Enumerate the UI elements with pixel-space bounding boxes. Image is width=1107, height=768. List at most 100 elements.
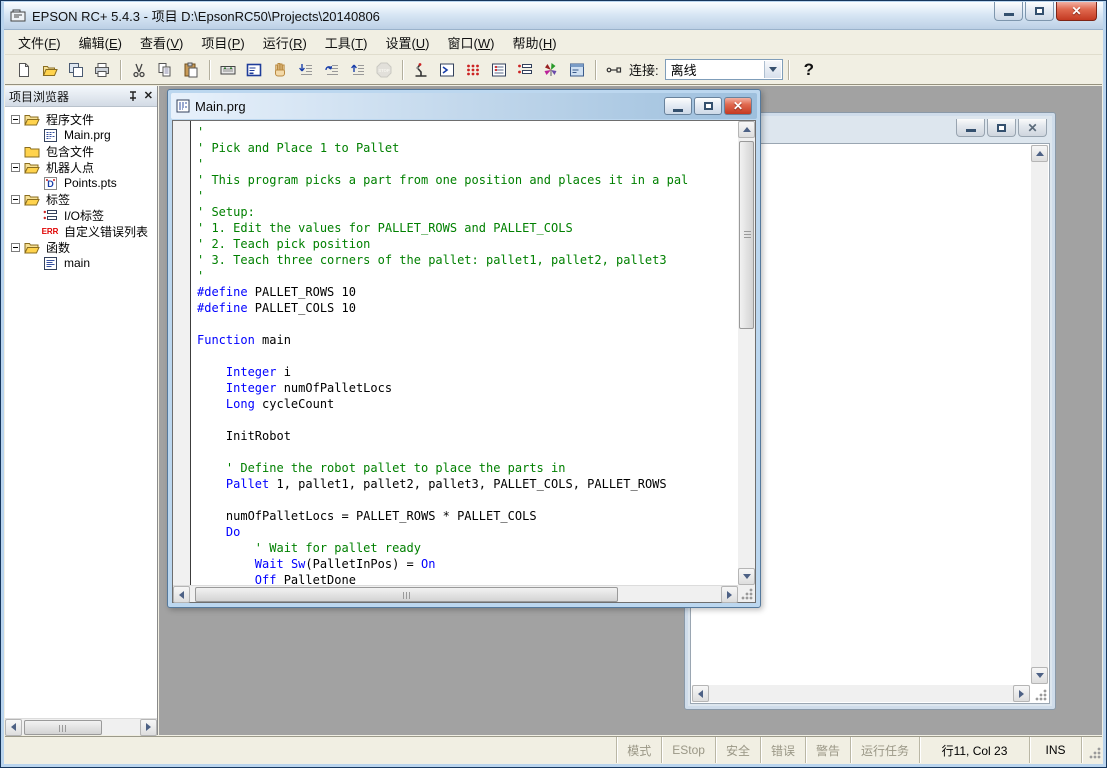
tree-node-label[interactable]: 包含文件	[44, 143, 96, 160]
chevron-down-icon[interactable]	[764, 61, 781, 78]
explorer-hscrollbar[interactable]	[5, 718, 157, 735]
scroll-right-icon[interactable]	[140, 719, 157, 736]
code-line[interactable]: ' Define the robot pallet to place the p…	[197, 460, 738, 476]
help-button[interactable]: ?	[794, 60, 824, 80]
maximize-button[interactable]	[1025, 2, 1054, 21]
tree-node-label[interactable]: main	[62, 256, 92, 270]
tree-node-label[interactable]: 程序文件	[44, 111, 96, 128]
bg-vscrollbar[interactable]	[1031, 145, 1048, 684]
resize-grip[interactable]	[1034, 688, 1047, 701]
collapse-icon[interactable]	[11, 195, 20, 204]
tree-node-user-errors[interactable]: ERR自定义错误列表	[7, 223, 157, 239]
editor-vscrollbar[interactable]	[738, 121, 755, 585]
code-line[interactable]: #define PALLET_COLS 10	[197, 300, 738, 316]
menu-tools[interactable]: 工具(T)	[316, 30, 377, 55]
open-project-icon[interactable]	[64, 58, 88, 82]
tree-node-io-labels[interactable]: I/O标签	[7, 207, 157, 223]
code-line[interactable]	[197, 348, 738, 364]
scroll-left-icon[interactable]	[692, 685, 709, 702]
code-line[interactable]: #define PALLET_ROWS 10	[197, 284, 738, 300]
step-over-icon[interactable]	[320, 58, 344, 82]
collapse-icon[interactable]	[11, 163, 20, 172]
code-line[interactable]: ' This program picks a part from one pos…	[197, 172, 738, 188]
code-line[interactable]: Pallet 1, pallet1, pallet2, pallet3, PAL…	[197, 476, 738, 492]
simulator-icon[interactable]	[539, 58, 563, 82]
code-line[interactable]: ' Setup:	[197, 204, 738, 220]
editor-hscroll-thumb[interactable]	[195, 587, 618, 602]
close-button[interactable]: ✕	[1056, 2, 1097, 21]
code-line[interactable]: '	[197, 124, 738, 140]
copy-icon[interactable]	[153, 58, 177, 82]
tree-node-label[interactable]: I/O标签	[62, 207, 106, 224]
code-line[interactable]: '	[197, 188, 738, 204]
connection-select[interactable]: 离线	[665, 59, 783, 80]
titlebar[interactable]: EPSON RC+ 5.4.3 - 项目 D:\EpsonRC50\Projec…	[4, 2, 1103, 30]
collapse-icon[interactable]	[11, 243, 20, 252]
io-labels-icon[interactable]	[513, 58, 537, 82]
scroll-left-icon[interactable]	[5, 719, 22, 736]
collapse-icon[interactable]	[11, 115, 20, 124]
scroll-up-icon[interactable]	[738, 121, 755, 138]
minimize-button[interactable]	[994, 2, 1023, 21]
code-line[interactable]: Wait Sw(PalletInPos) = On	[197, 556, 738, 572]
statusbar-resize-grip[interactable]	[1081, 737, 1102, 763]
editor-hscrollbar[interactable]	[173, 585, 738, 602]
tree-node-robot-points[interactable]: 机器人点	[7, 159, 157, 175]
pause-icon[interactable]	[268, 58, 292, 82]
bg-close-button[interactable]: ✕	[1018, 119, 1047, 137]
operator-window-icon[interactable]	[242, 58, 266, 82]
code-line[interactable]: '	[197, 268, 738, 284]
menu-setup[interactable]: 设置(U)	[376, 30, 438, 55]
io-monitor-icon[interactable]	[487, 58, 511, 82]
code-line[interactable]: numOfPalletLocs = PALLET_ROWS * PALLET_C…	[197, 508, 738, 524]
bg-hscrollbar[interactable]	[692, 685, 1030, 702]
menu-view[interactable]: 查看(V)	[131, 30, 192, 55]
code-line[interactable]: ' 3. Teach three corners of the pallet: …	[197, 252, 738, 268]
menu-edit[interactable]: 编辑(E)	[70, 30, 131, 55]
tree-node-main-func[interactable]: main	[7, 255, 157, 271]
menu-run[interactable]: 运行(R)	[254, 30, 316, 55]
code-line[interactable]: InitRobot	[197, 428, 738, 444]
scroll-down-icon[interactable]	[738, 568, 755, 585]
code-line[interactable]: Integer numOfPalletLocs	[197, 380, 738, 396]
scroll-up-icon[interactable]	[1031, 145, 1048, 162]
bg-restore-button[interactable]	[987, 119, 1016, 137]
editor-close-button[interactable]: ✕	[724, 97, 752, 115]
build-icon[interactable]	[216, 58, 240, 82]
run-window-icon[interactable]	[435, 58, 459, 82]
code-editor[interactable]: '' Pick and Place 1 to Pallet'' This pro…	[192, 121, 738, 585]
menu-window[interactable]: 窗口(W)	[439, 30, 504, 55]
print-icon[interactable]	[90, 58, 114, 82]
code-line[interactable]: ' Wait for pallet ready	[197, 540, 738, 556]
menu-help[interactable]: 帮助(H)	[503, 30, 565, 55]
editor-titlebar[interactable]: Main.prg ✕	[171, 93, 757, 119]
code-line[interactable]	[197, 492, 738, 508]
menu-file[interactable]: 文件(F)	[9, 30, 70, 55]
menu-project[interactable]: 项目(P)	[192, 30, 253, 55]
code-line[interactable]: ' Pick and Place 1 to Pallet	[197, 140, 738, 156]
tree-node-include-files[interactable]: 包含文件	[7, 143, 157, 159]
cut-icon[interactable]	[127, 58, 151, 82]
editor-window[interactable]: Main.prg ✕ '' Pick and Place 1 to Pallet…	[167, 89, 761, 608]
code-line[interactable]	[197, 316, 738, 332]
jog-teach-icon[interactable]	[461, 58, 485, 82]
paste-icon[interactable]	[179, 58, 203, 82]
tree-node-label[interactable]: 函数	[44, 239, 72, 256]
tree-node-label[interactable]: 标签	[44, 191, 72, 208]
command-window-icon[interactable]	[565, 58, 589, 82]
step-out-icon[interactable]	[346, 58, 370, 82]
tree-node-functions[interactable]: 函数	[7, 239, 157, 255]
pin-icon[interactable]	[128, 91, 138, 102]
scroll-down-icon[interactable]	[1031, 667, 1048, 684]
tree-node-program-files[interactable]: 程序文件	[7, 111, 157, 127]
code-line[interactable]	[197, 412, 738, 428]
editor-minimize-button[interactable]	[664, 97, 692, 115]
code-line[interactable]: Long cycleCount	[197, 396, 738, 412]
open-file-icon[interactable]	[38, 58, 62, 82]
new-file-icon[interactable]	[12, 58, 36, 82]
step-into-icon[interactable]	[294, 58, 318, 82]
code-line[interactable]: '	[197, 156, 738, 172]
tree-node-label[interactable]: Main.prg	[62, 128, 113, 142]
tree-node-labels[interactable]: 标签	[7, 191, 157, 207]
explorer-hscroll-thumb[interactable]	[24, 720, 102, 735]
